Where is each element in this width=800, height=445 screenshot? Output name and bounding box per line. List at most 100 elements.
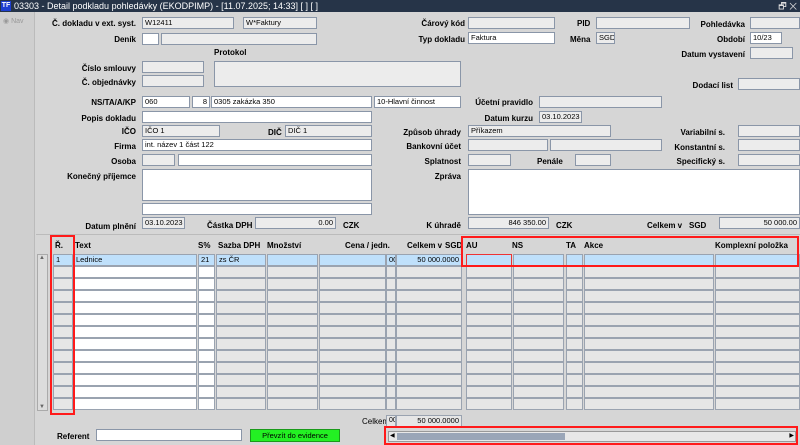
ico-field[interactable]: IČO 1	[142, 125, 220, 137]
cell-celkem[interactable]	[396, 290, 462, 302]
cell-mnozstvi[interactable]	[267, 290, 318, 302]
cell-celkem[interactable]	[396, 398, 462, 410]
cell-ta[interactable]	[566, 302, 583, 314]
cell-komplex[interactable]	[715, 362, 800, 374]
cell-au[interactable]	[466, 266, 512, 278]
cell-sazba[interactable]	[216, 398, 266, 410]
cell-komplex[interactable]	[715, 290, 800, 302]
cell-s[interactable]	[198, 302, 215, 314]
cell-akce[interactable]	[584, 314, 714, 326]
kp-field[interactable]: 10-Hlavní činnost	[374, 96, 461, 108]
cell-mnozstvi[interactable]	[267, 326, 318, 338]
cell-ta[interactable]	[566, 266, 583, 278]
cell-komplex[interactable]	[715, 398, 800, 410]
cell-akce[interactable]	[584, 338, 714, 350]
typ-field[interactable]: Faktura	[468, 32, 555, 44]
cell-mnozstvi[interactable]	[267, 254, 318, 266]
cell-cena_tail[interactable]	[386, 302, 396, 314]
cell-komplex[interactable]	[715, 338, 800, 350]
osoba-code-field[interactable]	[142, 154, 175, 166]
col-header-mnozstvi[interactable]: Množství	[267, 241, 301, 250]
cell-cena[interactable]	[319, 374, 386, 386]
variabilni-field[interactable]	[738, 125, 800, 137]
obdobi-field[interactable]: 10/23	[750, 32, 782, 44]
cell-text[interactable]	[73, 398, 197, 410]
cell-ns[interactable]	[513, 266, 564, 278]
cell-sazba[interactable]	[216, 338, 266, 350]
cell-komplex[interactable]	[715, 374, 800, 386]
cell-au[interactable]	[466, 278, 512, 290]
cell-cena_tail[interactable]	[386, 362, 396, 374]
cell-au[interactable]	[466, 374, 512, 386]
carovy-field[interactable]	[468, 17, 555, 29]
cell-ns[interactable]	[513, 374, 564, 386]
cell-celkem[interactable]	[396, 278, 462, 290]
cell-s[interactable]	[198, 290, 215, 302]
cell-ns[interactable]	[513, 350, 564, 362]
cell-mnozstvi[interactable]	[267, 302, 318, 314]
prijemce-field-2[interactable]	[142, 203, 372, 215]
cell-au[interactable]	[466, 398, 512, 410]
cell-sazba[interactable]	[216, 326, 266, 338]
scroll-up-icon[interactable]: ▲	[39, 255, 45, 261]
cell-cena[interactable]	[319, 350, 386, 362]
cell-komplex[interactable]	[715, 266, 800, 278]
cell-komplex[interactable]	[715, 302, 800, 314]
cell-s[interactable]	[198, 398, 215, 410]
cell-au[interactable]	[466, 338, 512, 350]
cell-ns[interactable]	[513, 290, 564, 302]
smlouva-field[interactable]	[142, 61, 204, 73]
cell-ns[interactable]	[513, 338, 564, 350]
cell-celkem[interactable]	[396, 386, 462, 398]
cell-ns[interactable]	[513, 362, 564, 374]
referent-field[interactable]	[96, 429, 242, 441]
cell-cena_tail[interactable]	[386, 398, 396, 410]
cell-celkem[interactable]	[396, 374, 462, 386]
cell-ta[interactable]	[566, 398, 583, 410]
bankovni-ucet-field[interactable]	[468, 139, 548, 151]
penale-field[interactable]	[575, 154, 611, 166]
cell-komplex[interactable]	[715, 386, 800, 398]
cell-text[interactable]	[73, 314, 197, 326]
objednavka-field[interactable]	[142, 75, 204, 87]
cell-komplex[interactable]	[715, 314, 800, 326]
ext-doc-type-field[interactable]: W*Faktury	[243, 17, 317, 29]
cell-akce[interactable]	[584, 302, 714, 314]
specificky-field[interactable]	[738, 154, 800, 166]
cell-text[interactable]	[73, 278, 197, 290]
cell-akce[interactable]	[584, 398, 714, 410]
cell-sazba[interactable]	[216, 362, 266, 374]
cell-au[interactable]	[466, 386, 512, 398]
cell-cena[interactable]	[319, 254, 386, 266]
cell-sazba[interactable]: zs ČR	[216, 254, 266, 266]
cell-akce[interactable]	[584, 278, 714, 290]
cell-text[interactable]	[73, 338, 197, 350]
col-header-s[interactable]: S%	[198, 241, 210, 250]
cell-celkem[interactable]	[396, 362, 462, 374]
bankovni-kod-field[interactable]	[550, 139, 662, 151]
cell-ta[interactable]	[566, 338, 583, 350]
col-header-sazba[interactable]: Sazba DPH	[218, 241, 260, 250]
ta-field[interactable]: 8	[192, 96, 210, 108]
cell-s[interactable]	[198, 314, 215, 326]
cell-cena[interactable]	[319, 398, 386, 410]
cell-sazba[interactable]	[216, 266, 266, 278]
cell-sazba[interactable]	[216, 290, 266, 302]
ucetni-pravidlo-field[interactable]	[539, 96, 662, 108]
cell-cena_tail[interactable]	[386, 350, 396, 362]
cell-s[interactable]	[198, 362, 215, 374]
cell-cena_tail[interactable]	[386, 326, 396, 338]
cell-cena_tail[interactable]	[386, 338, 396, 350]
col-header-text[interactable]: Text	[75, 241, 91, 250]
scroll-down-icon[interactable]: ▼	[39, 404, 45, 410]
cell-celkem[interactable]	[396, 266, 462, 278]
cell-s[interactable]	[198, 386, 215, 398]
cell-komplex[interactable]	[715, 350, 800, 362]
cell-ns[interactable]	[513, 302, 564, 314]
cell-cena[interactable]	[319, 326, 386, 338]
datum-plneni-field[interactable]: 03.10.2023	[142, 217, 185, 229]
cell-sazba[interactable]	[216, 302, 266, 314]
cell-ns[interactable]	[513, 278, 564, 290]
dic-field[interactable]: DIČ 1	[285, 125, 372, 137]
cell-akce[interactable]	[584, 386, 714, 398]
